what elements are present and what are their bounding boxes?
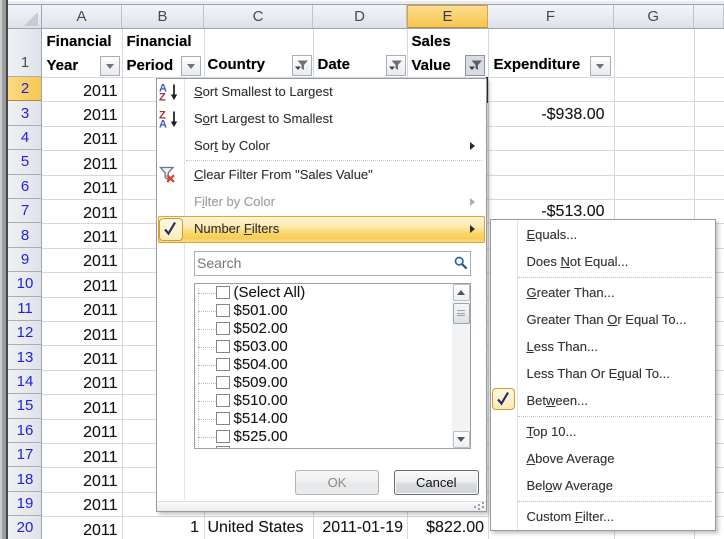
svg-text:A: A — [159, 119, 167, 129]
svg-text:Z: Z — [159, 92, 166, 102]
